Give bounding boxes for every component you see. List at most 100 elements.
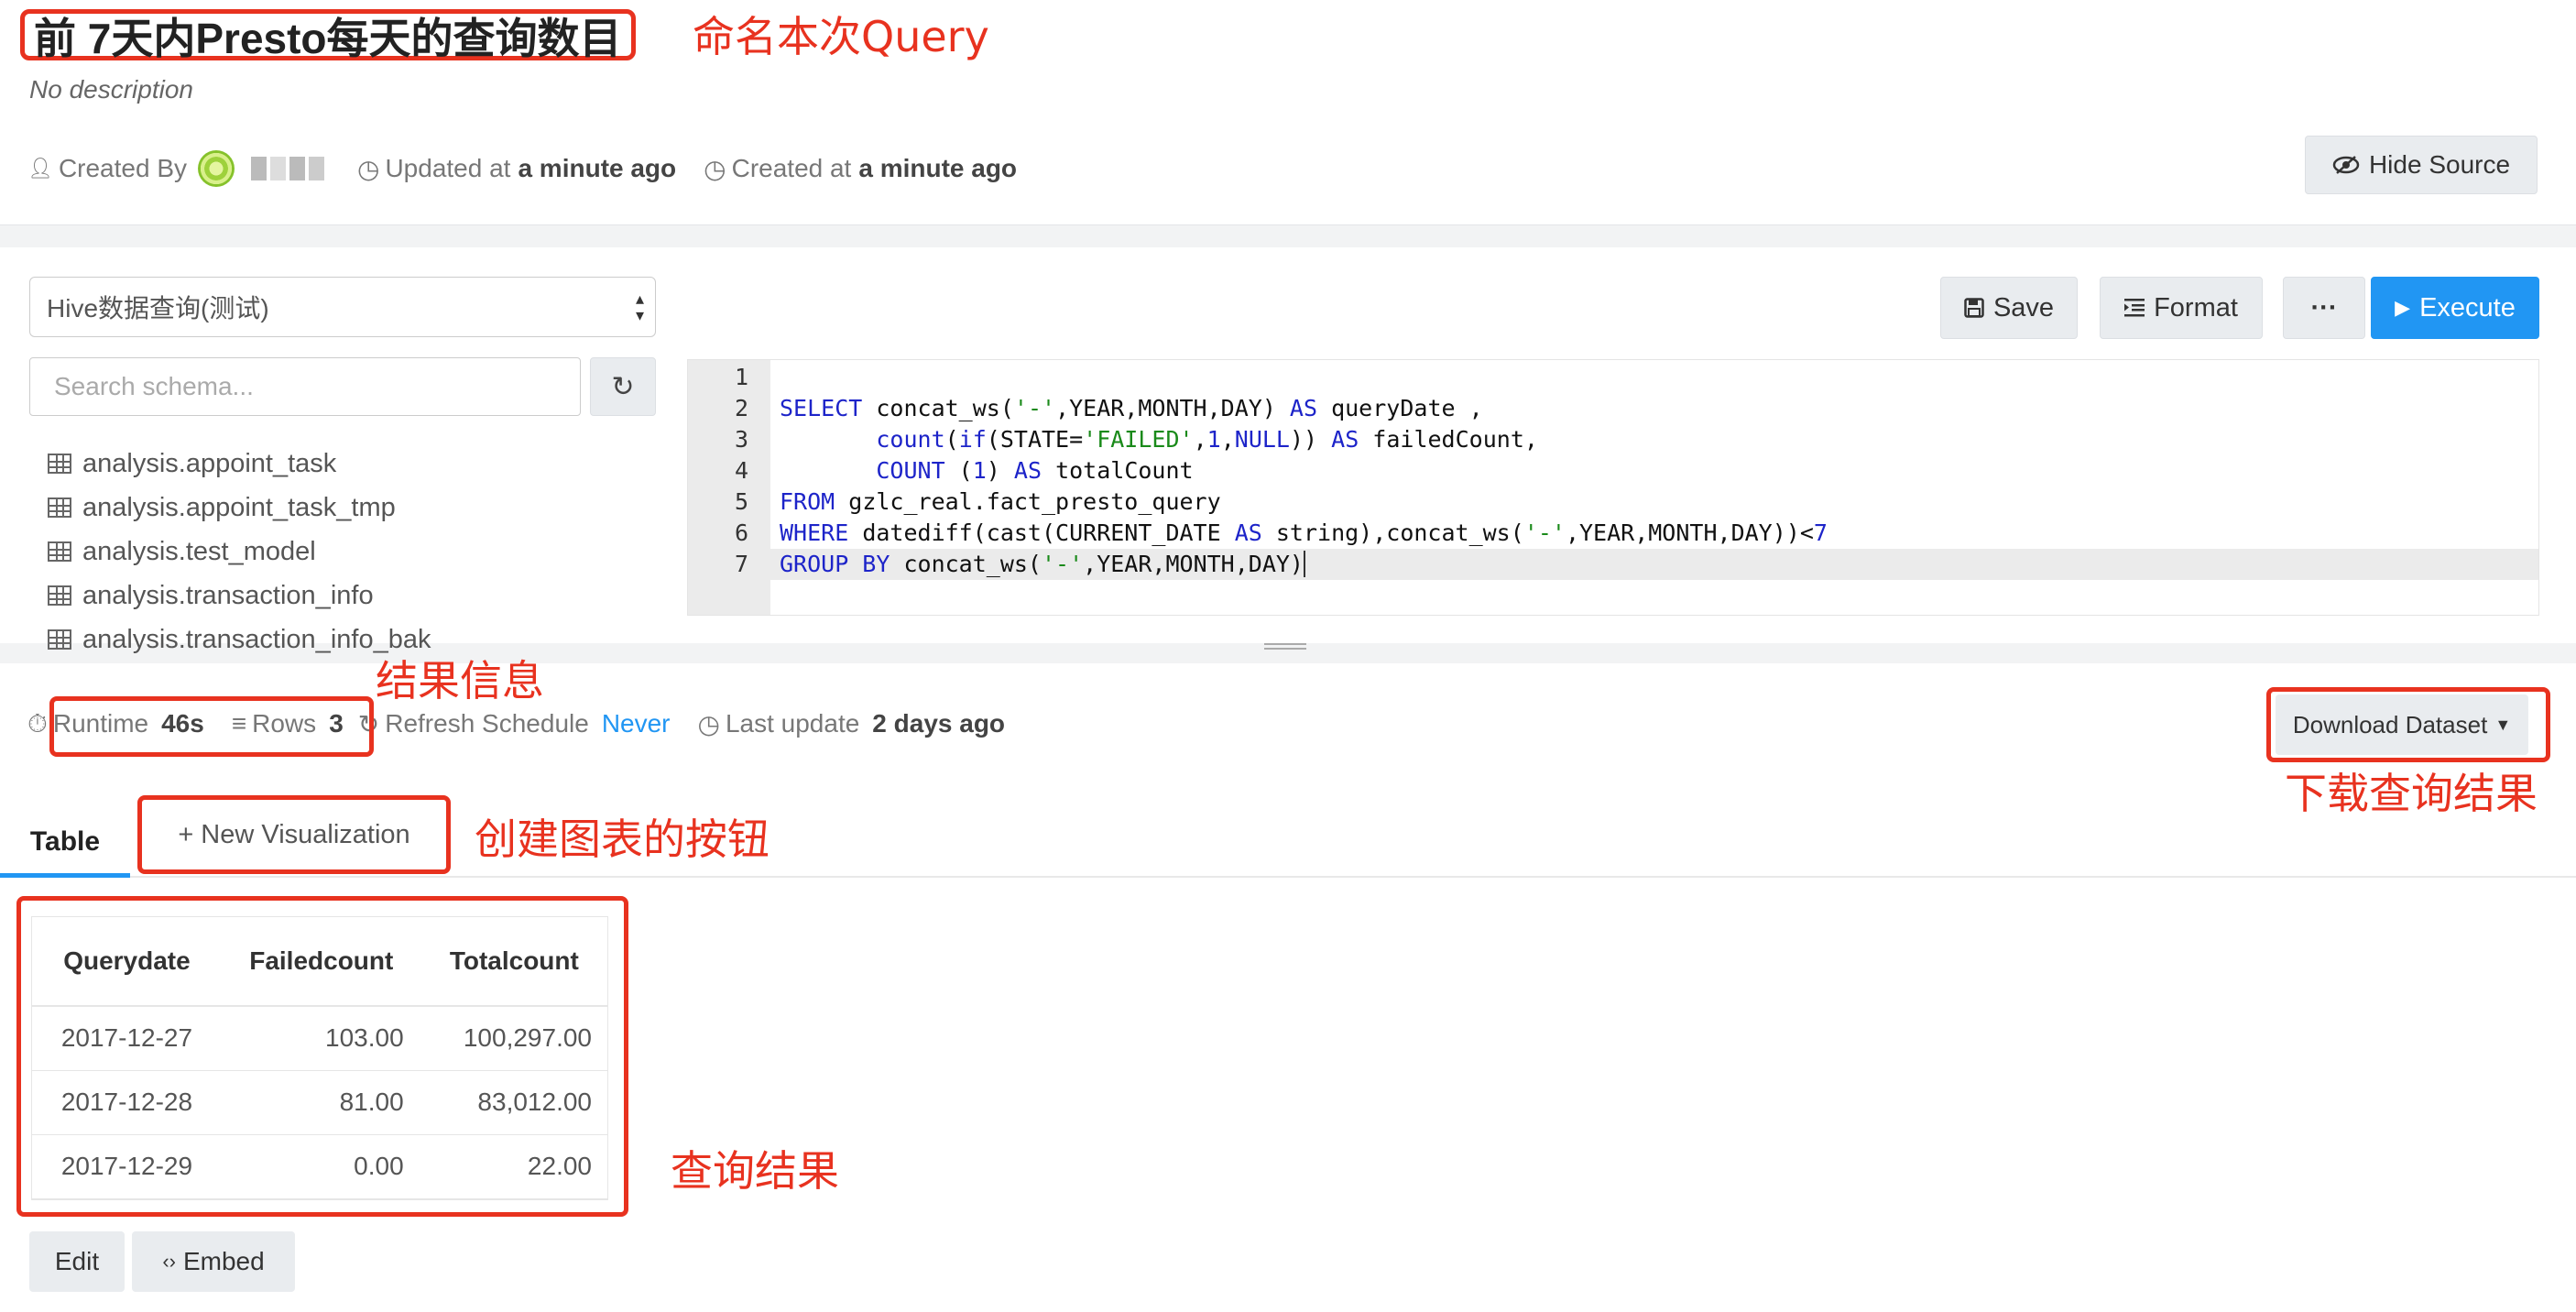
more-options-button[interactable]: ···	[2283, 277, 2365, 339]
save-button[interactable]: Save	[1940, 277, 2078, 339]
annotation-download: 下载查询结果	[2285, 769, 2538, 818]
created-at: ◷ Created at a minute ago	[704, 154, 1017, 184]
annotation-result-info: 结果信息	[376, 656, 544, 705]
updated-at: ◷ Updated at a minute ago	[357, 154, 676, 184]
embed-label: Embed	[182, 1247, 265, 1275]
line-number: 6	[734, 519, 748, 546]
code-line: 2 SELECT concat_ws('-',YEAR,MONTH,DAY) AS…	[688, 393, 2538, 424]
schema-item[interactable]: analysis.appoint_task	[48, 442, 652, 486]
table-cell: 103.00	[222, 1006, 420, 1071]
updated-label: Updated at	[385, 154, 511, 182]
floppy-disk-icon	[1964, 298, 1984, 318]
table-header-row: Querydate Failedcount Totalcount	[31, 916, 608, 1007]
format-label: Format	[2154, 292, 2238, 323]
table-cell: 2017-12-27	[31, 1006, 223, 1071]
hide-source-button[interactable]: Hide Source	[2305, 136, 2538, 194]
line-number: 3	[734, 426, 748, 453]
last-update-value: 2 days ago	[872, 709, 1006, 738]
query-description[interactable]: No description	[29, 75, 193, 104]
play-icon: ▶	[2395, 296, 2411, 319]
new-visualization-button[interactable]: + New Visualization	[137, 795, 451, 874]
table-cell: 0.00	[222, 1134, 420, 1199]
line-number: 4	[734, 457, 748, 484]
schema-item[interactable]: analysis.test_model	[48, 530, 652, 574]
column-header-querydate[interactable]: Querydate	[31, 916, 223, 1007]
code-icon: ‹›	[162, 1250, 176, 1273]
query-meta: 👤︎ Created By ◷ Updated at a minute ago …	[27, 150, 1044, 187]
schema-item-label: analysis.appoint_task	[82, 448, 337, 478]
edit-label: Edit	[54, 1247, 100, 1275]
table-cell: 2017-12-28	[31, 1070, 223, 1135]
tab-table[interactable]: Table	[0, 810, 130, 878]
resize-handle[interactable]	[1264, 643, 1306, 652]
annotation-new-visualization: 创建图表的按钮	[475, 815, 770, 864]
execute-button[interactable]: ▶ Execute	[2371, 277, 2539, 339]
table-cell: 83,012.00	[420, 1070, 608, 1135]
query-title[interactable]: 前 7天内Presto每天的查询数目	[20, 9, 636, 62]
schema-item-label: analysis.transaction_info	[82, 580, 374, 610]
last-update: ◷ Last update 2 days ago	[698, 709, 1006, 739]
schema-item[interactable]: analysis.transaction_info	[48, 574, 652, 618]
eye-slash-icon	[2332, 156, 2360, 174]
clock-icon: ◷	[704, 154, 726, 183]
last-update-label: Last update	[725, 709, 860, 738]
column-header-totalcount[interactable]: Totalcount	[420, 916, 608, 1007]
line-number: 1	[734, 364, 748, 390]
annotation-box-result-info	[49, 696, 374, 757]
table-row: 2017-12-27 103.00 100,297.00	[31, 1006, 608, 1071]
table-icon	[48, 585, 71, 606]
schema-list: analysis.appoint_task analysis.appoint_t…	[48, 442, 652, 661]
refresh-schedule: ↻ Refresh Schedule Never	[358, 709, 671, 739]
refresh-schema-button[interactable]: ↻	[590, 357, 656, 416]
table-icon	[48, 541, 71, 562]
table-icon	[48, 629, 71, 650]
save-label: Save	[1992, 292, 2055, 323]
created-label: Created at	[731, 154, 852, 182]
annotation-results: 查询结果	[671, 1146, 839, 1196]
datasource-value: Hive数据查询(测试)	[47, 294, 269, 323]
embed-button[interactable]: ‹› Embed	[132, 1231, 295, 1292]
schema-search-input[interactable]	[29, 357, 581, 416]
updated-value: a minute ago	[518, 154, 677, 182]
results-table: Querydate Failedcount Totalcount 2017-12…	[31, 916, 608, 1199]
code-line: 5 FROM gzlc_real.fact_presto_query	[688, 487, 2538, 518]
datasource-select[interactable]: Hive数据查询(测试) ▴ ▾	[29, 277, 656, 337]
refresh-schedule-link[interactable]: Never	[602, 709, 671, 738]
created-by-label: Created By	[58, 154, 188, 182]
code-line: 1	[688, 362, 2538, 393]
refresh-schedule-label: Refresh Schedule	[385, 709, 589, 738]
select-caret-icon: ▴ ▾	[635, 290, 644, 324]
hide-source-label: Hide Source	[2368, 150, 2511, 179]
created-value: a minute ago	[858, 154, 1018, 182]
ellipsis-icon: ···	[2310, 292, 2338, 323]
table-icon	[48, 497, 71, 518]
refresh-icon: ↻	[611, 371, 635, 402]
sql-editor[interactable]: 1 2 SELECT concat_ws('-',YEAR,MONTH,DAY) …	[687, 359, 2539, 616]
column-header-failedcount[interactable]: Failedcount	[222, 916, 420, 1007]
table-cell: 100,297.00	[420, 1006, 608, 1071]
line-number: 7	[734, 551, 748, 577]
schema-item[interactable]: analysis.transaction_info_bak	[48, 618, 652, 661]
created-by: 👤︎ Created By	[27, 150, 330, 187]
code-line-active: 7 GROUP BY concat_ws('-',YEAR,MONTH,DAY)	[688, 549, 2538, 580]
user-icon: 👤︎	[27, 157, 53, 180]
schema-item-label: analysis.test_model	[82, 536, 316, 566]
avatar	[198, 150, 235, 187]
stopwatch-icon: ⏱︎	[27, 708, 48, 738]
edit-button[interactable]: Edit	[29, 1231, 125, 1292]
code-line: 6 WHERE datediff(cast(CURRENT_DATE AS str…	[688, 518, 2538, 549]
tabs-divider	[0, 876, 2576, 878]
clock-icon: ◷	[357, 154, 380, 183]
format-button[interactable]: Format	[2100, 277, 2263, 339]
table-row: 2017-12-29 0.00 22.00	[31, 1134, 608, 1199]
execute-label: Execute	[2419, 292, 2516, 323]
schema-item[interactable]: analysis.appoint_task_tmp	[48, 486, 652, 530]
code-line: 4 COUNT (1) AS totalCount	[688, 455, 2538, 487]
author-name-blurred	[251, 157, 325, 180]
schema-item-label: analysis.appoint_task_tmp	[82, 492, 396, 522]
annotation-title: 命名本次Query	[693, 12, 989, 61]
schema-item-label: analysis.transaction_info_bak	[82, 624, 431, 654]
annotation-box-download	[2266, 687, 2550, 762]
table-cell: 2017-12-29	[31, 1134, 223, 1199]
table-cell: 22.00	[420, 1134, 608, 1199]
